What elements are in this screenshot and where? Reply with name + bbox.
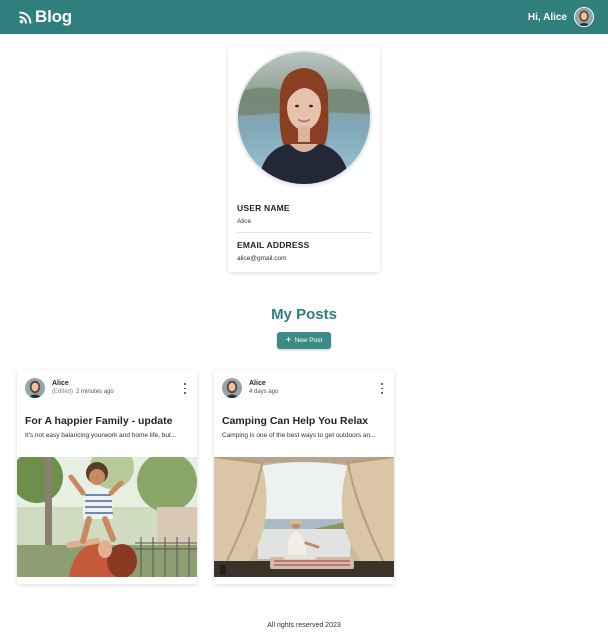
plus-icon: + — [285, 334, 292, 346]
avatar — [25, 378, 45, 398]
avatar — [222, 378, 242, 398]
email-value: alice@gmail.com — [237, 255, 287, 262]
post-image — [214, 457, 394, 577]
post-header: Alice (Edited) 2 minutes ago — [25, 378, 191, 398]
greeting-text: Hi, Alice — [527, 11, 567, 23]
more-options-icon[interactable] — [379, 383, 385, 394]
post-author: Alice — [249, 380, 266, 387]
profile-photo — [238, 52, 370, 184]
post-title[interactable]: For A happier Family - update — [25, 415, 172, 427]
avatar[interactable] — [574, 7, 594, 27]
post-excerpt: It's not easy balancing yourwork and hom… — [25, 432, 177, 439]
post-meta: 4 days ago — [249, 389, 278, 395]
edited-tag: (Edited) — [52, 389, 74, 395]
top-navbar: Blog Hi, Alice — [0, 0, 608, 34]
new-post-label: New Post — [294, 337, 323, 344]
post-author: Alice — [52, 380, 69, 387]
post-header: Alice 4 days ago — [222, 378, 388, 398]
username-label: USER NAME — [237, 203, 290, 213]
user-menu[interactable]: Hi, Alice — [528, 7, 594, 27]
brand-name: Blog — [35, 7, 72, 26]
more-options-icon[interactable] — [182, 383, 188, 394]
new-post-button[interactable]: + New Post — [277, 332, 331, 349]
my-posts-heading: My Posts — [271, 306, 337, 323]
footer-text: All rights reserved 2023 — [267, 622, 341, 629]
divider — [237, 232, 371, 233]
post-time: 4 days ago — [249, 389, 279, 395]
post-meta: (Edited) 2 minutes ago — [52, 389, 114, 395]
post-card[interactable]: Alice 4 days ago Camping Can Help You Re… — [214, 370, 394, 584]
post-image — [17, 457, 197, 577]
post-excerpt: Camping is one of the best ways to get o… — [222, 432, 376, 439]
post-title[interactable]: Camping Can Help You Relax — [222, 415, 368, 427]
rss-feed-icon — [19, 11, 32, 24]
profile-card: USER NAME Alice EMAIL ADDRESS alice@gmai… — [228, 46, 380, 272]
brand-link[interactable]: Blog — [19, 7, 72, 27]
username-value: Alice — [237, 218, 252, 225]
post-time: 2 minutes ago — [76, 389, 114, 395]
post-card[interactable]: Alice (Edited) 2 minutes ago For A happie… — [17, 370, 197, 584]
email-label: EMAIL ADDRESS — [237, 240, 310, 250]
